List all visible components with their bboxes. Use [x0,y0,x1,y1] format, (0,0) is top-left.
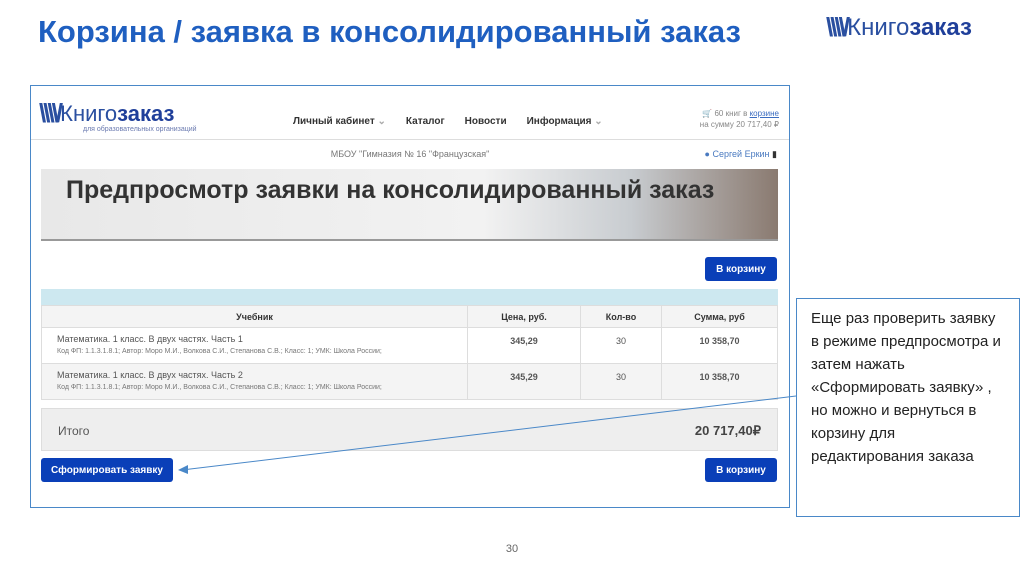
callout-note: Еще раз проверить заявку в режиме предпр… [796,298,1020,517]
page-number: 30 [505,543,519,555]
